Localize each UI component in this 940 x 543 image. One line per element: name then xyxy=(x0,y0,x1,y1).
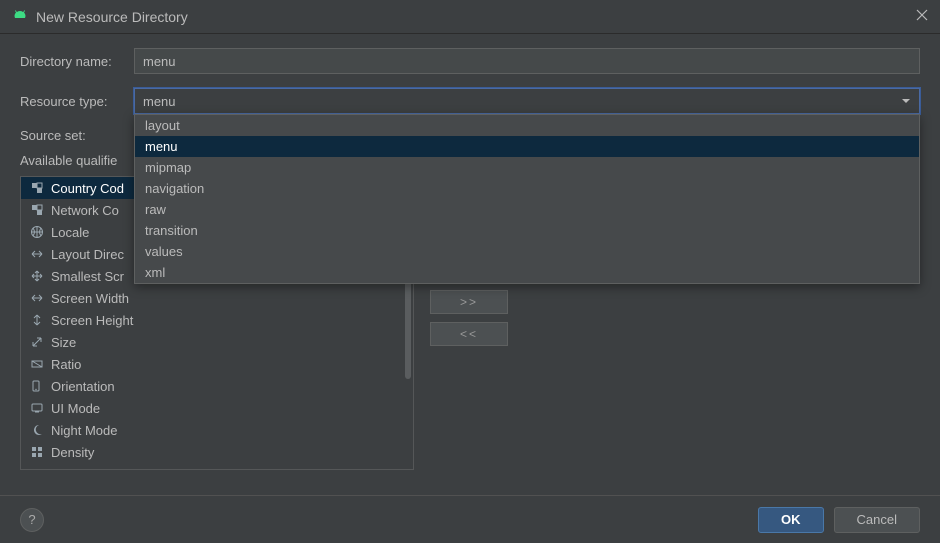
resource-type-select[interactable]: menu xyxy=(134,88,920,114)
resource-type-option[interactable]: transition xyxy=(135,220,919,241)
width-icon xyxy=(29,290,45,306)
remove-qualifier-button[interactable]: << xyxy=(430,322,508,346)
smallest-icon xyxy=(29,268,45,284)
resource-type-option[interactable]: layout xyxy=(135,115,919,136)
country-code-icon xyxy=(29,180,45,196)
source-set-label: Source set: xyxy=(20,128,120,143)
resource-type-label: Resource type: xyxy=(20,94,120,109)
directory-name-label: Directory name: xyxy=(20,54,120,69)
resource-type-option[interactable]: raw xyxy=(135,199,919,220)
qualifier-item-label: Smallest Scr xyxy=(51,269,124,284)
qualifier-item-label: UI Mode xyxy=(51,401,100,416)
qualifier-item[interactable]: Size xyxy=(21,331,413,353)
ratio-icon xyxy=(29,356,45,372)
size-icon xyxy=(29,334,45,350)
resource-type-option[interactable]: navigation xyxy=(135,178,919,199)
qualifier-item[interactable]: Ratio xyxy=(21,353,413,375)
resource-type-option[interactable]: mipmap xyxy=(135,157,919,178)
resource-type-option[interactable]: menu xyxy=(135,136,919,157)
resource-type-row: Resource type: menu layoutmenumipmapnavi… xyxy=(20,88,920,114)
ok-button[interactable]: OK xyxy=(758,507,824,533)
dialog-content: Directory name: Resource type: menu layo… xyxy=(0,34,940,470)
qualifier-item-label: Night Mode xyxy=(51,423,117,438)
orientation-icon xyxy=(29,378,45,394)
chevron-down-icon xyxy=(901,94,911,109)
add-qualifier-button[interactable]: >> xyxy=(430,290,508,314)
qualifier-item-label: Country Cod xyxy=(51,181,124,196)
height-icon xyxy=(29,312,45,328)
qualifier-item-label: Layout Direc xyxy=(51,247,124,262)
network-code-icon xyxy=(29,202,45,218)
android-icon xyxy=(12,7,28,26)
help-icon: ? xyxy=(28,512,35,527)
resource-type-value: menu xyxy=(143,94,176,109)
qualifier-item-label: Locale xyxy=(51,225,89,240)
directory-name-input[interactable] xyxy=(134,48,920,74)
qualifier-item[interactable]: Screen Width xyxy=(21,287,413,309)
qualifier-item-label: Screen Width xyxy=(51,291,129,306)
qualifier-item-label: Screen Height xyxy=(51,313,133,328)
qualifier-item[interactable]: UI Mode xyxy=(21,397,413,419)
qualifier-item-label: Ratio xyxy=(51,357,81,372)
qualifier-item-label: Network Co xyxy=(51,203,119,218)
qualifier-item-label: Orientation xyxy=(51,379,115,394)
dialog-footer: ? OK Cancel xyxy=(0,495,940,543)
qualifier-item-label: Size xyxy=(51,335,76,350)
close-icon[interactable] xyxy=(916,9,928,24)
resource-type-dropdown: layoutmenumipmapnavigationrawtransitionv… xyxy=(134,114,920,284)
help-button[interactable]: ? xyxy=(20,508,44,532)
uimode-icon xyxy=(29,400,45,416)
titlebar: New Resource Directory xyxy=(0,0,940,34)
qualifier-item[interactable]: Night Mode xyxy=(21,419,413,441)
resource-type-option[interactable]: xml xyxy=(135,262,919,283)
directory-name-row: Directory name: xyxy=(20,48,920,74)
nightmode-icon xyxy=(29,422,45,438)
globe-icon xyxy=(29,224,45,240)
resource-type-option[interactable]: values xyxy=(135,241,919,262)
layout-dir-icon xyxy=(29,246,45,262)
qualifier-item[interactable]: Screen Height xyxy=(21,309,413,331)
qualifier-item-label: Density xyxy=(51,445,94,460)
density-icon xyxy=(29,444,45,460)
move-buttons: >> << xyxy=(430,290,508,470)
qualifier-item[interactable]: Orientation xyxy=(21,375,413,397)
cancel-button[interactable]: Cancel xyxy=(834,507,920,533)
qualifier-item[interactable]: Density xyxy=(21,441,413,463)
window-title: New Resource Directory xyxy=(36,9,188,25)
